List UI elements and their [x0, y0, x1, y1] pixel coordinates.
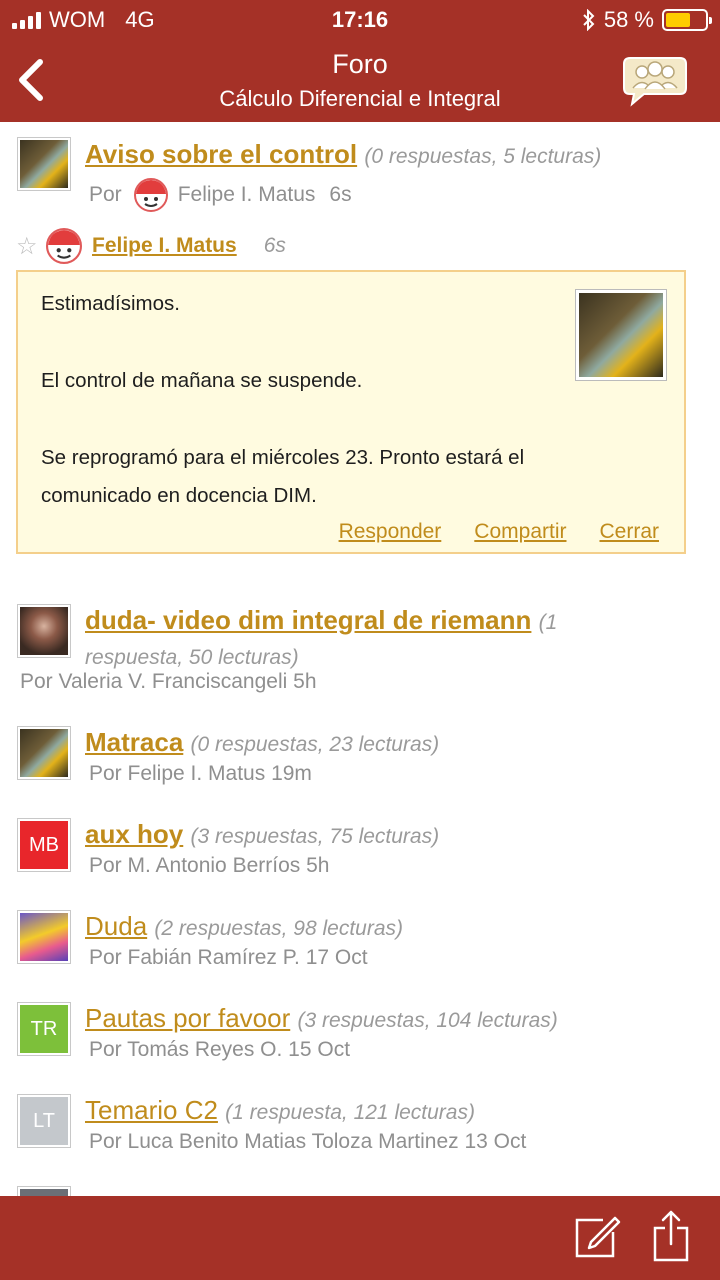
- battery-percent: 58 %: [603, 7, 654, 32]
- compose-icon[interactable]: [573, 1212, 621, 1260]
- topic-title-link[interactable]: Aviso sobre el control: [85, 139, 357, 169]
- avatar[interactable]: [17, 604, 71, 658]
- avatar[interactable]: TR: [17, 1002, 71, 1056]
- close-link[interactable]: Cerrar: [599, 520, 659, 544]
- topic-meta: (1 respuesta, 121 lecturas): [225, 1101, 475, 1124]
- byline-prefix: Por: [89, 183, 122, 206]
- topic-header: aux hoy (3 respuestas, 75 lecturas): [85, 818, 700, 853]
- bottom-toolbar: [0, 1196, 720, 1280]
- user-face-icon: [46, 228, 82, 264]
- topic-byline: Por Felipe I. Matus 19m: [89, 762, 312, 785]
- avatar-initials: TR: [20, 1005, 68, 1053]
- byline-age: 6s: [329, 183, 352, 206]
- topic-meta: (2 respuestas, 98 lecturas): [154, 917, 404, 940]
- share-icon[interactable]: [651, 1210, 691, 1262]
- avatar-initials: MB: [20, 821, 68, 869]
- user-face-icon: [133, 178, 168, 212]
- chevron-left-icon[interactable]: [14, 58, 48, 102]
- avatar[interactable]: [17, 726, 71, 780]
- topic-header: Duda (2 respuestas, 98 lecturas): [85, 910, 700, 945]
- topic-meta: (3 respuestas, 75 lecturas): [190, 825, 440, 848]
- share-link[interactable]: Compartir: [474, 520, 566, 544]
- bluetooth-icon: [583, 9, 595, 31]
- topic-header: Temario C2 (1 respuesta, 121 lecturas): [85, 1094, 700, 1129]
- page-subtitle: Cálculo Diferencial e Integral: [219, 86, 501, 111]
- topic-meta: (1: [538, 611, 558, 634]
- star-icon[interactable]: ☆: [16, 232, 46, 261]
- status-bar: WOM 4G 17:16 58 %: [0, 0, 720, 40]
- topic-header: duda- video dim integral de riemann (1 r…: [85, 604, 700, 674]
- page-title: Foro: [332, 49, 388, 79]
- topic-header: Pautas por favoor (3 respuestas, 104 lec…: [85, 1002, 700, 1037]
- topic-byline: Por Felipe I. Matus 6s: [89, 178, 352, 212]
- topic-meta: (3 respuestas, 104 lecturas): [297, 1009, 558, 1032]
- topic-title-link[interactable]: duda- video dim integral de riemann: [85, 605, 531, 635]
- status-right: 58 %: [582, 7, 712, 33]
- topic-header: Aviso sobre el control (0 respuestas, 5 …: [85, 138, 700, 173]
- avatar[interactable]: MB: [17, 818, 71, 872]
- message-paragraph: comunicado en docencia DIM.: [41, 484, 317, 507]
- message-paragraph: El control de mañana se suspende.: [41, 369, 363, 392]
- header-titles: Foro Cálculo Diferencial e Integral: [140, 48, 580, 114]
- message-age: 6s: [263, 234, 286, 257]
- message-author-link[interactable]: Felipe I. Matus: [92, 234, 237, 258]
- topic-header: Matraca (0 respuestas, 23 lecturas): [85, 726, 700, 761]
- avatar[interactable]: [17, 1186, 71, 1196]
- topic-meta: (0 respuestas, 5 lecturas): [364, 145, 602, 168]
- topic-list[interactable]: Aviso sobre el control (0 respuestas, 5 …: [0, 122, 720, 1196]
- navigation-bar: WOM 4G 17:16 58 % Foro Cálculo Diferenci…: [0, 0, 720, 122]
- topic-title-link[interactable]: Matraca: [85, 727, 183, 757]
- message-author-row: ☆ Felipe I. Matus 6s: [16, 228, 286, 264]
- topic-meta: respuesta, 50 lecturas): [85, 646, 299, 669]
- topic-byline: Por M. Antonio Berríos 5h: [89, 854, 330, 877]
- topic-byline: Por Tomás Reyes O. 15 Oct: [89, 1038, 351, 1061]
- forum-users-icon[interactable]: [620, 52, 690, 108]
- topic-meta: (0 respuestas, 23 lecturas): [190, 733, 440, 756]
- message-actions: Responder Compartir Cerrar: [339, 520, 659, 544]
- topic-title-link[interactable]: Duda: [85, 911, 147, 941]
- message-paragraph: Se reprogramó para el miércoles 23. Pron…: [41, 446, 525, 469]
- message-paragraph: Estimadísimos.: [41, 292, 180, 315]
- message-author-photo: [575, 289, 667, 381]
- message-box: Estimadísimos. El control de mañana se s…: [16, 270, 686, 554]
- topic-title-link[interactable]: aux hoy: [85, 819, 183, 849]
- battery-icon: [662, 9, 712, 31]
- topic-title-link[interactable]: Temario C2: [85, 1095, 218, 1125]
- reply-link[interactable]: Responder: [339, 520, 442, 544]
- topic-byline: Por Fabián Ramírez P. 17 Oct: [89, 946, 368, 969]
- byline-name: Felipe I. Matus: [177, 183, 316, 206]
- avatar[interactable]: LT: [17, 1094, 71, 1148]
- avatar[interactable]: [17, 910, 71, 964]
- topic-byline: Por Luca Benito Matias Toloza Martinez 1…: [89, 1130, 527, 1153]
- avatar[interactable]: [17, 137, 71, 191]
- topic-title-link[interactable]: Pautas por favoor: [85, 1003, 290, 1033]
- avatar-initials: LT: [20, 1097, 68, 1145]
- topic-byline: Por Valeria V. Franciscangeli 5h: [20, 670, 317, 693]
